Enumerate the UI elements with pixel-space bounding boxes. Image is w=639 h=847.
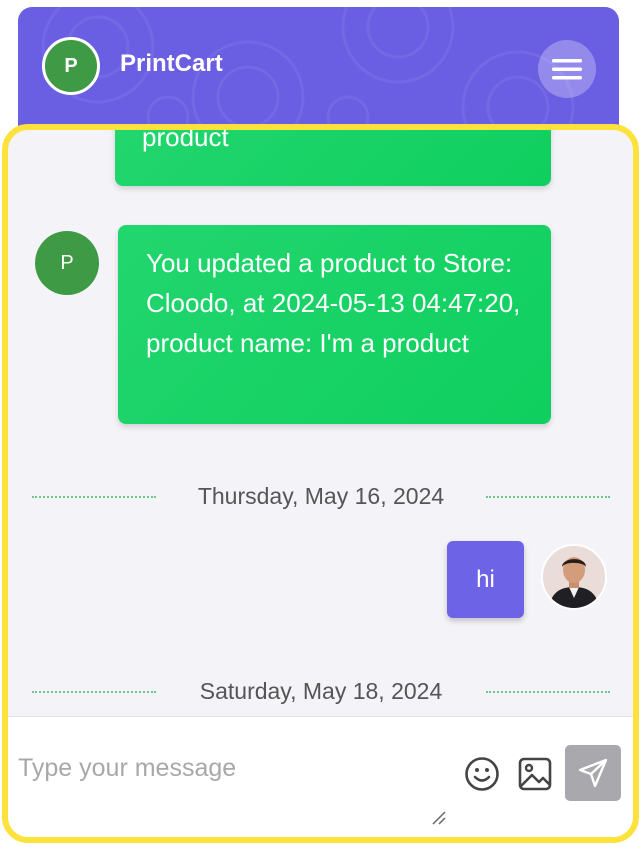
divider-line xyxy=(486,691,610,693)
chat-title: PrintCart xyxy=(120,50,223,77)
chat-header: P PrintCart xyxy=(18,7,619,129)
message-text: hi xyxy=(476,565,495,593)
menu-button[interactable] xyxy=(538,40,596,98)
date-divider: Saturday, May 18, 2024 xyxy=(32,676,610,706)
date-divider: Thursday, May 16, 2024 xyxy=(32,481,610,511)
send-icon xyxy=(578,758,608,788)
divider-line xyxy=(486,496,610,498)
header-pattern xyxy=(41,7,575,129)
message-text: You updated a product to Store: Cloodo, … xyxy=(146,248,521,358)
message-bubble: product xyxy=(115,124,551,186)
bot-avatar: P xyxy=(35,231,99,295)
composer xyxy=(8,716,633,837)
message-bubble: You updated a product to Store: Cloodo, … xyxy=(118,225,551,424)
hamburger-icon xyxy=(552,59,582,80)
smiley-icon xyxy=(465,757,499,791)
image-upload-button[interactable] xyxy=(515,754,555,794)
bot-avatar: P xyxy=(42,37,100,95)
user-message-bubble: hi xyxy=(447,541,524,618)
emoji-button[interactable] xyxy=(462,754,502,794)
message-text: product xyxy=(142,124,229,152)
user-avatar xyxy=(541,544,607,610)
message-input[interactable] xyxy=(16,737,440,799)
chat-panel: product P You updated a product to Store… xyxy=(2,124,639,843)
send-button[interactable] xyxy=(565,745,621,801)
bot-avatar-initial: P xyxy=(60,251,74,274)
image-icon xyxy=(518,757,552,791)
bot-avatar-initial: P xyxy=(64,54,78,77)
resize-handle-icon[interactable] xyxy=(430,809,446,825)
user-photo xyxy=(543,546,605,608)
